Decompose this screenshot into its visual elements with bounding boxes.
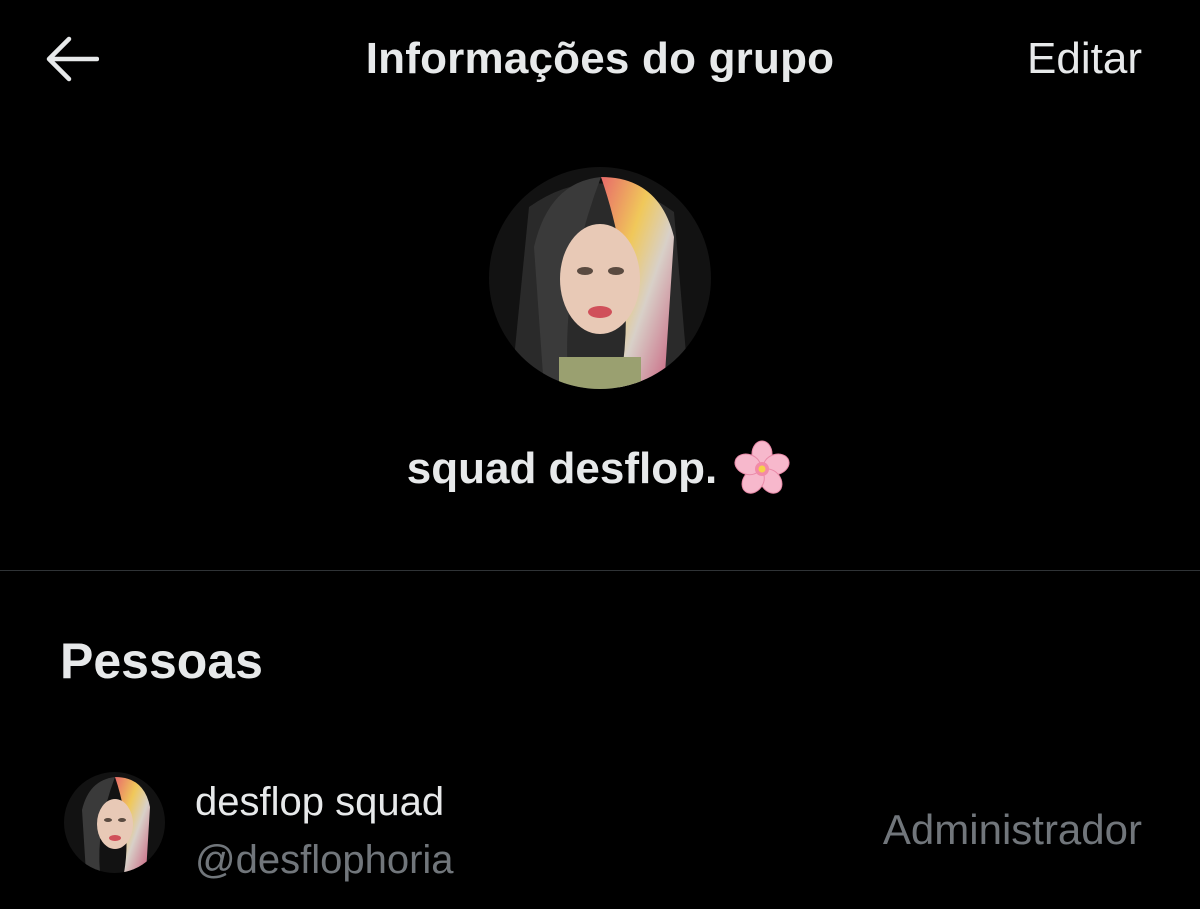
group-info-screen: Informações do grupo Editar squad desflo… xyxy=(0,0,1200,909)
edit-button[interactable]: Editar xyxy=(1027,34,1142,84)
group-name-row: squad desflop. xyxy=(0,438,1200,500)
section-divider xyxy=(0,570,1200,571)
cherry-blossom-icon xyxy=(734,440,790,494)
member-role-badge: Administrador xyxy=(882,806,1142,853)
member-avatar-photo xyxy=(64,772,165,873)
group-avatar[interactable] xyxy=(489,167,711,389)
top-bar: Informações do grupo Editar xyxy=(0,0,1200,120)
member-name: desflop squad xyxy=(195,780,445,824)
member-avatar xyxy=(64,772,165,873)
group-name: squad desflop. xyxy=(406,444,718,493)
group-avatar-photo xyxy=(489,167,711,389)
people-section-title: Pessoas xyxy=(60,633,263,689)
member-handle: @desflophoria xyxy=(195,838,454,882)
member-list-item[interactable]: desflop squad @desflophoria Administrado… xyxy=(0,760,1200,900)
page-title: Informações do grupo xyxy=(365,34,835,83)
